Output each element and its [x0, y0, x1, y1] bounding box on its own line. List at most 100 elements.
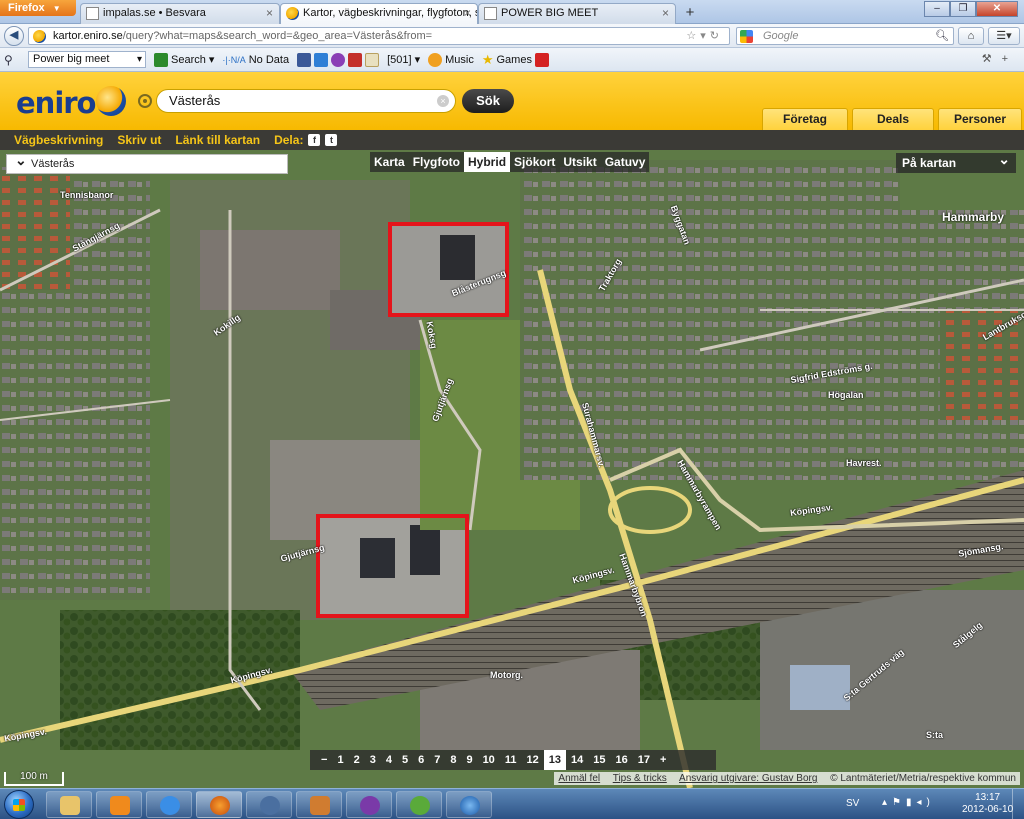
toolbar-nodata[interactable]: ·|·N/A No Data	[222, 54, 289, 66]
report-error-link[interactable]: Anmäl fel	[558, 773, 600, 784]
directions-link[interactable]: Vägbeskrivning	[14, 133, 103, 147]
taskbar-app[interactable]	[396, 791, 442, 818]
zoom-level-14[interactable]: 14	[566, 750, 588, 770]
tray-icons[interactable]: ▴⚑▮◂)	[882, 797, 935, 808]
zoom-level-2[interactable]: 2	[349, 750, 365, 770]
url-bar[interactable]: kartor.eniro.se/query?what=maps&search_w…	[28, 27, 730, 45]
tab-deals[interactable]: Deals	[852, 108, 934, 130]
taskbar-media-player[interactable]	[96, 791, 142, 818]
print-link[interactable]: Skriv ut	[117, 133, 161, 147]
taskbar-app[interactable]	[296, 791, 342, 818]
taskbar-internet-explorer[interactable]	[146, 791, 192, 818]
toolbar-icons[interactable]	[297, 52, 380, 67]
maptype-karta[interactable]: Karta	[370, 152, 409, 172]
close-icon[interactable]: ×	[662, 4, 669, 23]
map-view[interactable]: Hammarby Tennisbanor Stångjärnsg Kokillg…	[0, 150, 1024, 788]
close-icon[interactable]: ×	[464, 4, 471, 23]
search-icon[interactable]: ⚲	[4, 53, 22, 67]
publisher-link[interactable]: Ansvarig utgivare: Gustav Borg	[679, 773, 817, 784]
tab-personer[interactable]: Personer	[938, 108, 1022, 130]
close-icon[interactable]: ×	[266, 4, 273, 23]
facebook-icon[interactable]	[297, 52, 312, 67]
search-button[interactable]: Sök	[462, 89, 514, 113]
zoom-level-5[interactable]: 5	[397, 750, 413, 770]
note-icon[interactable]	[365, 52, 380, 67]
google-search-box[interactable]: Google 🔍︎	[736, 27, 954, 45]
toolbar-right-icons[interactable]: ⚒+	[982, 52, 1018, 65]
locate-icon[interactable]	[138, 94, 152, 108]
taskbar-itunes[interactable]	[446, 791, 492, 818]
show-desktop-button[interactable]	[1012, 789, 1024, 819]
mail-icon[interactable]	[314, 52, 329, 67]
tab-power-big-meet[interactable]: POWER BIG MEET ×	[478, 3, 676, 24]
close-window-button[interactable]: ✕	[976, 1, 1018, 17]
zoom-level-15[interactable]: 15	[588, 750, 610, 770]
map-toolbar: Vägbeskrivning Skriv ut Länk till kartan…	[0, 130, 1024, 150]
back-button[interactable]: ◀	[4, 26, 24, 46]
zoom-level-in[interactable]: +	[655, 750, 671, 770]
zoom-level-4[interactable]: 4	[381, 750, 397, 770]
twitter-icon[interactable]: t	[325, 134, 338, 146]
maptype-gatuvy[interactable]: Gatuvy	[601, 152, 650, 172]
youtube-icon[interactable]	[348, 52, 363, 67]
minimize-button[interactable]: –	[924, 1, 950, 17]
eniro-logo[interactable]: eniro	[16, 86, 96, 120]
maptype-sjokort[interactable]: Sjökort	[510, 152, 559, 172]
toolbar-search-select[interactable]: Power big meet	[28, 51, 146, 68]
radio-icon[interactable]	[331, 52, 346, 67]
browser-titlebar: Firefox ▼ impalas.se • Besvara × Kartor, …	[0, 0, 1024, 24]
taskbar-explorer[interactable]	[46, 791, 92, 818]
tab-foretag[interactable]: Företag	[762, 108, 848, 130]
toolbar-count[interactable]: [501] ▾	[387, 53, 420, 67]
location-dropdown[interactable]: Västerås	[6, 151, 288, 174]
zoom-level-12[interactable]: 12	[521, 750, 543, 770]
zoom-level-6[interactable]: 6	[413, 750, 429, 770]
zoom-level-11[interactable]: 11	[500, 750, 522, 770]
firefox-menu-button[interactable]: Firefox ▼	[0, 0, 76, 16]
link-to-map[interactable]: Länk till kartan	[175, 133, 260, 147]
tab-impalas[interactable]: impalas.se • Besvara ×	[80, 3, 280, 24]
zoom-level-3[interactable]: 3	[365, 750, 381, 770]
taskbar-app[interactable]	[246, 791, 292, 818]
search-input[interactable]: Västerås ×	[156, 89, 456, 113]
eniro-favicon	[286, 7, 299, 20]
cb-icon	[534, 52, 549, 67]
zoom-level-13[interactable]: 13	[543, 750, 566, 770]
toolbar-music[interactable]: Music	[428, 52, 474, 67]
toolbar-games[interactable]: ★ Games	[482, 52, 549, 68]
zoom-level-7[interactable]: 7	[429, 750, 445, 770]
tab-eniro[interactable]: Kartor, vägbeskrivningar, flygfoton, sj.…	[280, 3, 478, 24]
tips-link[interactable]: Tips & tricks	[613, 773, 667, 784]
home-button[interactable]: ⌂	[958, 27, 984, 45]
toolbar-search-button[interactable]: Search ▾	[154, 52, 214, 67]
maptype-flygfoto[interactable]: Flygfoto	[409, 152, 464, 172]
zoom-level-10[interactable]: 10	[478, 750, 500, 770]
clear-icon[interactable]: ×	[437, 95, 449, 107]
chevron-down-icon: ⌄	[998, 151, 1010, 167]
zoom-level-9[interactable]: 9	[461, 750, 477, 770]
zoom-level-out[interactable]: −	[316, 750, 332, 770]
taskbar-firefox[interactable]	[196, 791, 242, 818]
zoom-level-17[interactable]: 17	[633, 750, 655, 770]
zoom-level-1[interactable]: 1	[332, 750, 348, 770]
zoom-level-16[interactable]: 16	[610, 750, 632, 770]
maptype-utsikt[interactable]: Utsikt	[559, 152, 600, 172]
new-tab-button[interactable]: +	[678, 3, 702, 24]
maptype-hybrid[interactable]: Hybrid	[464, 152, 511, 172]
scale-bar: 100 m	[4, 772, 64, 786]
clock[interactable]: 13:17 2012-06-10	[962, 792, 1013, 816]
bookmarks-button[interactable]: ☰▾	[988, 27, 1020, 45]
zoom-level-8[interactable]: 8	[445, 750, 461, 770]
on-map-dropdown[interactable]: På kartan ⌄	[896, 151, 1016, 173]
place-label: Tennisbanor	[60, 190, 114, 200]
start-button[interactable]	[4, 790, 34, 819]
media-player-icon	[110, 796, 130, 815]
facebook-icon[interactable]: f	[308, 134, 321, 146]
highlight-box-2	[316, 514, 469, 618]
search-icon[interactable]: 🔍︎	[935, 29, 949, 42]
taskbar-app[interactable]	[346, 791, 392, 818]
eniro-logo-icon	[96, 86, 126, 116]
maximize-button[interactable]: ❐	[950, 1, 976, 17]
url-actions[interactable]: ☆▾↻	[686, 29, 723, 42]
language-indicator[interactable]: SV	[846, 798, 859, 809]
